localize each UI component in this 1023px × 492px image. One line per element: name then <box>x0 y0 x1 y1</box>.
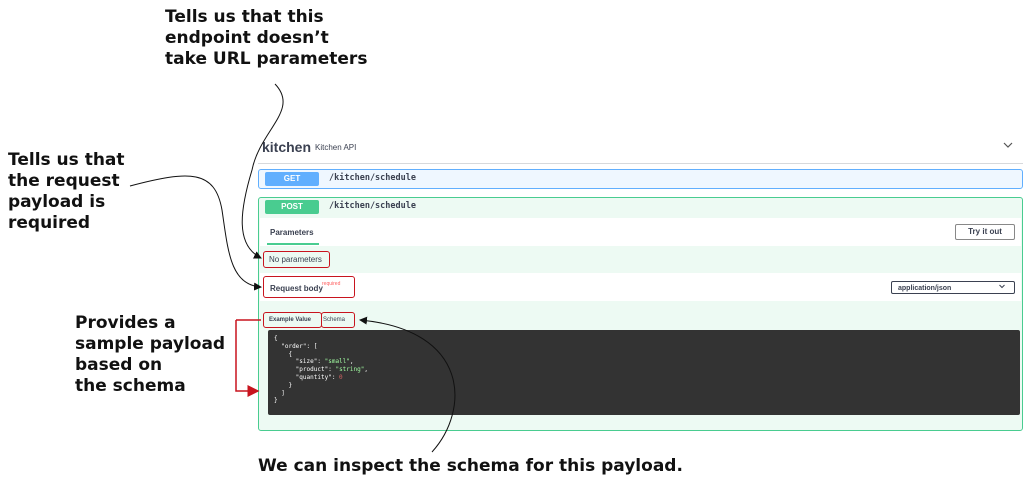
section-divider <box>258 163 1023 164</box>
json-value-quantity: 0 <box>339 373 343 381</box>
method-badge-post[interactable]: POST <box>265 200 319 214</box>
callout-url-parameters: Tells us that this endpoint doesn’t take… <box>165 7 395 70</box>
callout-line: take URL parameters <box>165 49 368 69</box>
json-key-size: size <box>299 358 314 366</box>
example-json: { "order": [ { "size": "small", "product… <box>274 335 368 405</box>
highlight-example-value <box>263 312 322 328</box>
json-value-product: string <box>339 366 361 374</box>
callout-line: the request <box>8 171 120 191</box>
operation-post-kitchen-schedule: POST /kitchen/schedule Parameters Try it… <box>258 197 1023 431</box>
active-tab-indicator <box>267 243 319 245</box>
try-it-out-button[interactable]: Try it out <box>955 224 1015 240</box>
arrow-to-request-body <box>129 175 262 291</box>
section-header-kitchen[interactable]: kitchen Kitchen API <box>262 139 1022 161</box>
callout-schema: We can inspect the schema for this paylo… <box>258 456 683 476</box>
section-title: kitchen <box>262 139 312 155</box>
json-value-size: small <box>328 358 347 366</box>
content-type-select[interactable]: application/json <box>891 281 1015 294</box>
chevron-down-icon[interactable] <box>1002 139 1014 153</box>
callout-line: the schema <box>75 376 186 396</box>
callout-line: based on <box>75 355 163 375</box>
operation-path[interactable]: /kitchen/schedule <box>329 201 416 211</box>
callout-line: sample payload <box>75 334 226 354</box>
content-type-value: application/json <box>898 285 952 292</box>
callout-line: Provides a <box>75 313 176 333</box>
request-body-bar: Request body required application/json <box>260 273 1021 301</box>
callout-sample-payload: Provides a sample payload based on the s… <box>75 313 235 397</box>
arrow-to-example-value <box>235 320 260 397</box>
callout-required: Tells us that the request payload is req… <box>8 150 138 234</box>
chevron-down-icon <box>998 282 1006 295</box>
operation-get-kitchen-schedule[interactable]: GET /kitchen/schedule <box>258 169 1023 189</box>
json-key-order: order <box>284 342 303 350</box>
json-key-quantity: quantity <box>299 373 329 381</box>
example-code-block: { "order": [ { "size": "small", "product… <box>268 330 1020 415</box>
tab-parameters[interactable]: Parameters <box>270 228 314 237</box>
callout-line: Tells us that this <box>165 7 324 27</box>
section-description: Kitchen API <box>315 143 357 152</box>
callout-line: Tells us that <box>8 150 125 170</box>
callout-line: required <box>8 213 91 233</box>
operation-path: /kitchen/schedule <box>329 173 416 183</box>
highlight-schema <box>321 312 355 328</box>
callout-line: endpoint doesn’t <box>165 28 329 48</box>
highlight-request-body <box>263 276 355 298</box>
parameters-bar: Parameters Try it out <box>260 218 1021 246</box>
highlight-no-parameters <box>263 251 330 268</box>
method-badge-get: GET <box>265 172 319 186</box>
callout-line: payload is <box>8 192 106 212</box>
json-key-product: product <box>299 366 325 374</box>
